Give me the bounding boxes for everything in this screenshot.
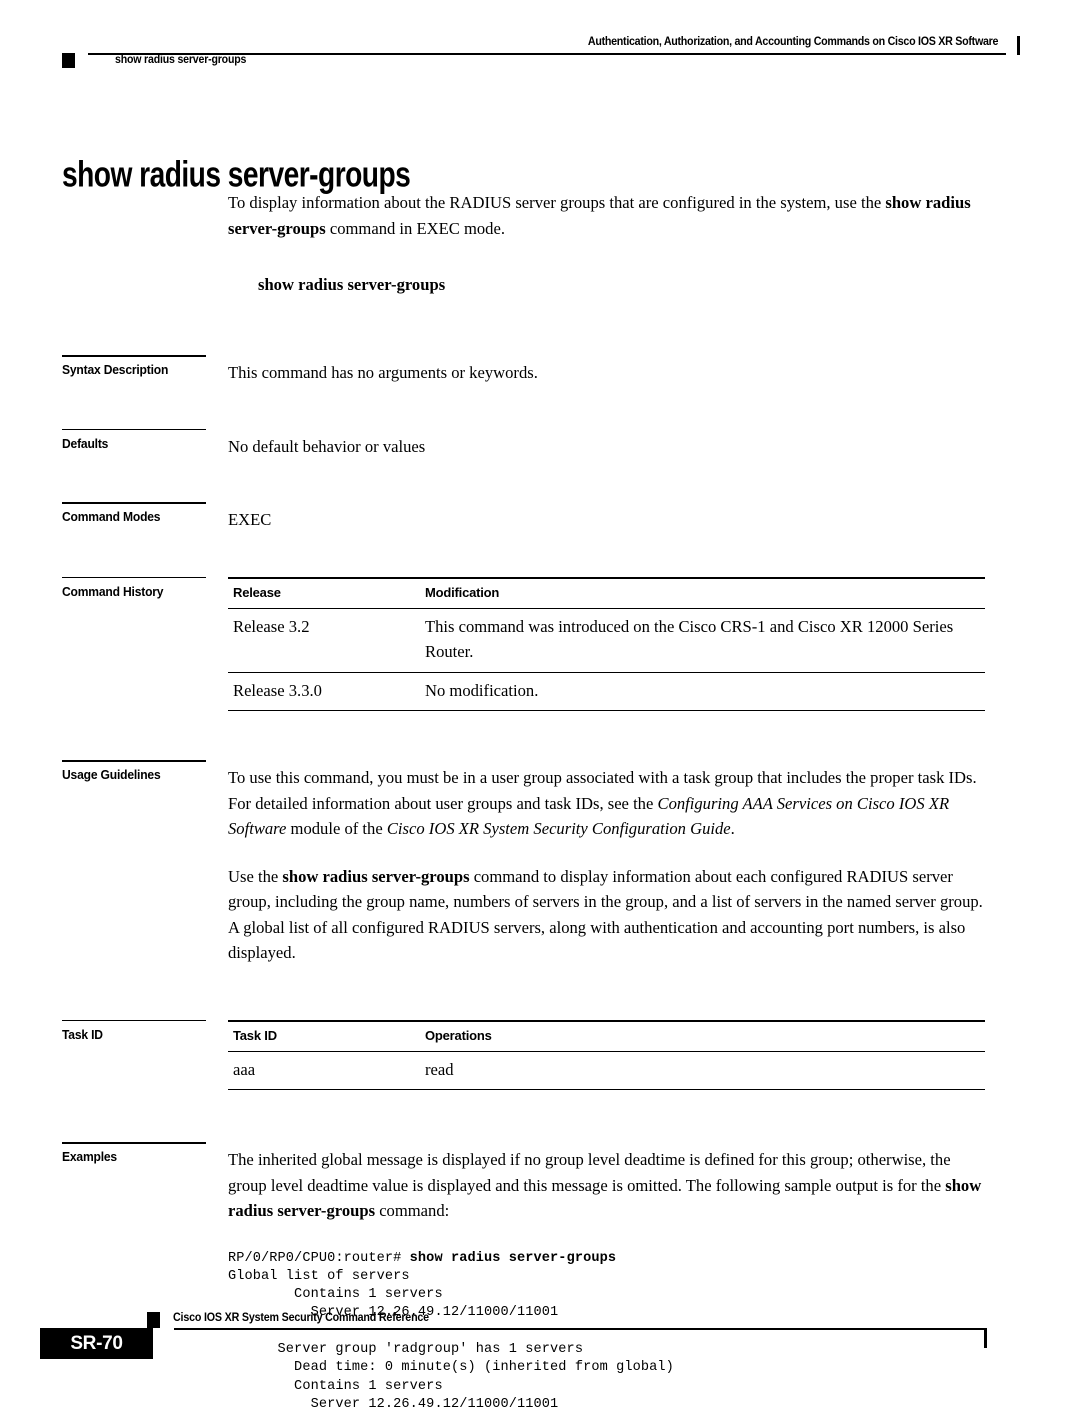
usage-text-2a: Use the [228, 867, 282, 886]
column-header-release: Release [228, 578, 420, 609]
defaults-text: No default behavior or values [228, 434, 987, 460]
footer-square-marker-icon [147, 1312, 160, 1328]
usage-guidelines-row: Usage Guidelines To use this command, yo… [62, 760, 987, 966]
header-chapter-title: Authentication, Authorization, and Accou… [588, 36, 998, 48]
console-command: show radius server-groups [410, 1251, 616, 1266]
syntax-description-text: This command has no arguments or keyword… [228, 360, 987, 386]
intro-text-2: command in EXEC mode. [326, 219, 505, 238]
defaults-row: Defaults No default behavior or values [62, 429, 987, 460]
intro-paragraph: To display information about the RADIUS … [228, 190, 987, 241]
header-end-tick [1017, 36, 1020, 55]
syntax-description-row: Syntax Description This command has no a… [62, 355, 987, 386]
command-history-row: Command History Release Modification Rel… [62, 577, 987, 712]
cell-release: Release 3.2 [228, 608, 420, 672]
command-history-table: Release Modification Release 3.2 This co… [228, 577, 985, 712]
intro-row: To display information about the RADIUS … [62, 190, 987, 295]
footer-page-number: SR-70 [40, 1328, 153, 1359]
section-label-task-id: Task ID [62, 1020, 216, 1042]
cell-release: Release 3.3.0 [228, 672, 420, 711]
examples-body-col: The inherited global message is displaye… [228, 1142, 987, 1414]
table-row: aaa read [228, 1051, 985, 1090]
syntax-description-label-col: Syntax Description [62, 355, 228, 377]
footer-document-title: Cisco IOS XR System Security Command Ref… [173, 1312, 429, 1324]
section-label-command-history: Command History [62, 577, 216, 599]
task-id-body-col: Task ID Operations aaa read [228, 1020, 987, 1091]
task-id-row: Task ID Task ID Operations aaa read [62, 1020, 987, 1091]
document-page: { "header": { "chapter_title": "Authenti… [0, 0, 1080, 1397]
column-header-task-id: Task ID [228, 1021, 420, 1052]
header-square-marker-icon [62, 53, 75, 68]
usage-italic-guide: Cisco IOS XR System Security Configurati… [387, 819, 731, 838]
usage-guidelines-paragraph-2: Use the show radius server-groups comman… [228, 864, 987, 966]
command-modes-label-col: Command Modes [62, 502, 228, 524]
command-modes-text: EXEC [228, 507, 987, 533]
intro-body-col: To display information about the RADIUS … [228, 190, 987, 295]
header-command-name: show radius server-groups [115, 54, 246, 66]
examples-text-a: The inherited global message is displaye… [228, 1150, 951, 1195]
table-header-row: Task ID Operations [228, 1021, 985, 1052]
table-header-row: Release Modification [228, 578, 985, 609]
usage-guidelines-paragraph-1: To use this command, you must be in a us… [228, 765, 987, 842]
usage-guidelines-body-col: To use this command, you must be in a us… [228, 760, 987, 966]
footer-end-tick [984, 1328, 987, 1348]
section-label-syntax-description: Syntax Description [62, 355, 216, 377]
task-id-label-col: Task ID [62, 1020, 228, 1042]
cell-task-id: aaa [228, 1051, 420, 1090]
task-id-table: Task ID Operations aaa read [228, 1020, 985, 1091]
usage-guidelines-label-col: Usage Guidelines [62, 760, 228, 782]
footer-rule [174, 1328, 985, 1330]
defaults-body-col: No default behavior or values [228, 429, 987, 460]
cell-operations: read [420, 1051, 985, 1090]
command-history-body-col: Release Modification Release 3.2 This co… [228, 577, 987, 712]
defaults-label-col: Defaults [62, 429, 228, 451]
section-label-defaults: Defaults [62, 429, 216, 451]
examples-paragraph: The inherited global message is displaye… [228, 1147, 987, 1224]
cell-modification: No modification. [420, 672, 985, 711]
syntax-command-line: show radius server-groups [258, 275, 987, 295]
page-content: To display information about the RADIUS … [62, 190, 987, 1414]
usage-bold-command: show radius server-groups [282, 867, 469, 886]
command-modes-row: Command Modes EXEC [62, 502, 987, 533]
page-header: Authentication, Authorization, and Accou… [62, 36, 1020, 76]
examples-row: Examples The inherited global message is… [62, 1142, 987, 1414]
command-modes-body-col: EXEC [228, 502, 987, 533]
syntax-description-body-col: This command has no arguments or keyword… [228, 355, 987, 386]
usage-text-1b: module of the [286, 819, 386, 838]
cell-modification: This command was introduced on the Cisco… [420, 608, 985, 672]
usage-text-1c: . [731, 819, 735, 838]
section-label-command-modes: Command Modes [62, 502, 216, 524]
examples-text-b: command: [375, 1201, 449, 1220]
column-header-modification: Modification [420, 578, 985, 609]
command-history-label-col: Command History [62, 577, 228, 599]
table-row: Release 3.2 This command was introduced … [228, 608, 985, 672]
page-footer: Cisco IOS XR System Security Command Ref… [40, 1299, 1040, 1359]
table-row: Release 3.3.0 No modification. [228, 672, 985, 711]
section-label-usage-guidelines: Usage Guidelines [62, 760, 216, 782]
intro-text-1: To display information about the RADIUS … [228, 193, 885, 212]
examples-label-col: Examples [62, 1142, 228, 1164]
column-header-operations: Operations [420, 1021, 985, 1052]
console-prompt: RP/0/RP0/CPU0:router# [228, 1251, 410, 1266]
section-label-examples: Examples [62, 1142, 216, 1164]
